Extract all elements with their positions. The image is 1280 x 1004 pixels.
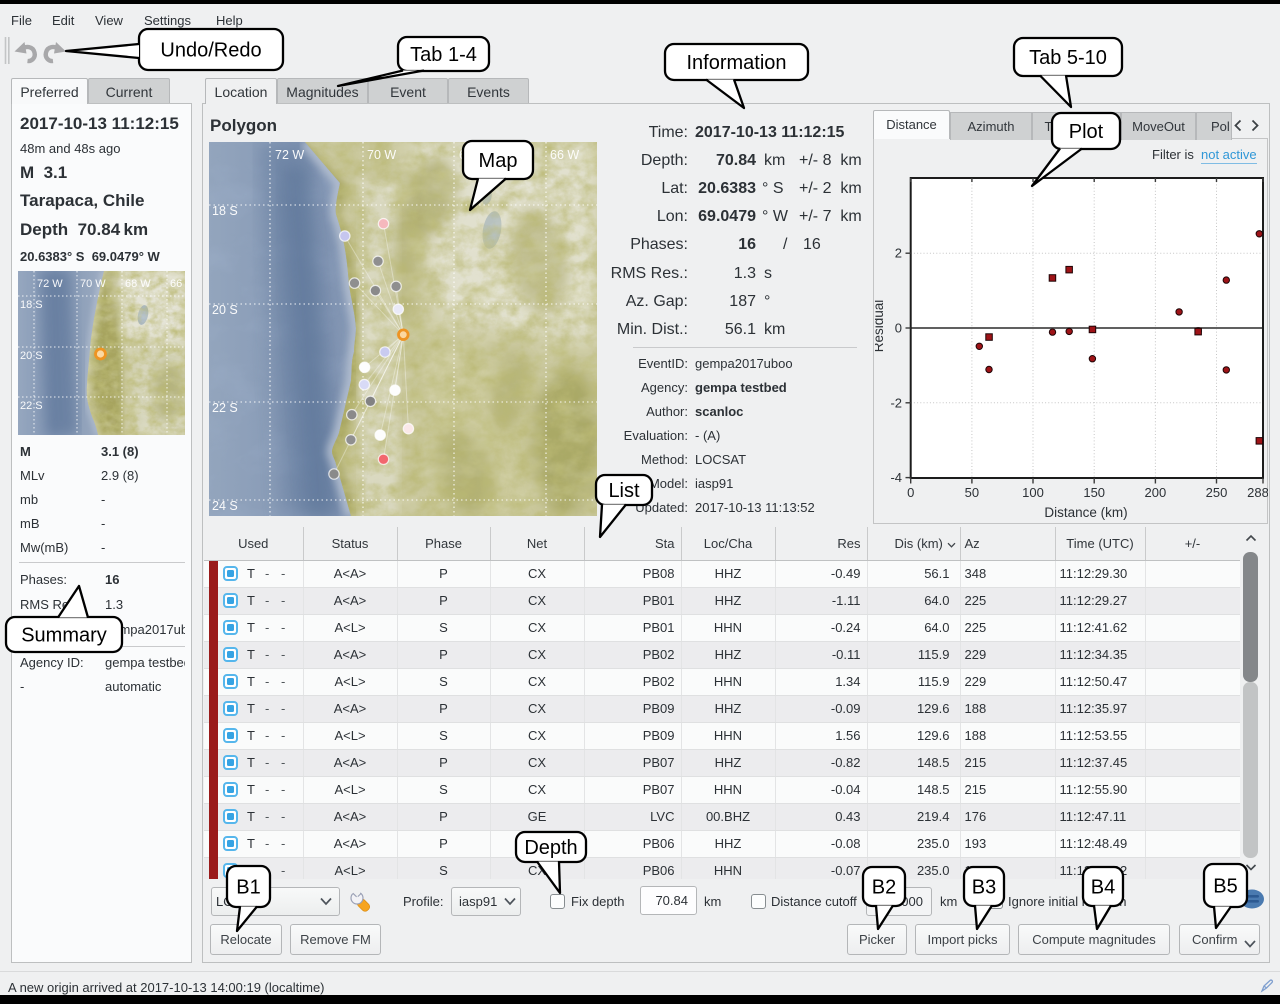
svg-text:Undo/Redo: Undo/Redo <box>160 40 261 62</box>
svg-text:B4: B4 <box>1091 877 1115 899</box>
svg-text:B3: B3 <box>972 877 996 899</box>
svg-text:B5: B5 <box>1213 876 1237 898</box>
svg-text:Tab 1-4: Tab 1-4 <box>410 44 477 66</box>
svg-text:List: List <box>608 480 640 502</box>
svg-text:B1: B1 <box>236 877 260 899</box>
svg-text:Tab 5-10: Tab 5-10 <box>1029 47 1107 69</box>
svg-text:Depth: Depth <box>524 837 577 859</box>
svg-text:Plot: Plot <box>1069 121 1104 143</box>
svg-text:Map: Map <box>479 150 518 172</box>
svg-text:Summary: Summary <box>21 625 107 647</box>
svg-text:Information: Information <box>686 52 786 74</box>
svg-text:B2: B2 <box>872 877 896 899</box>
